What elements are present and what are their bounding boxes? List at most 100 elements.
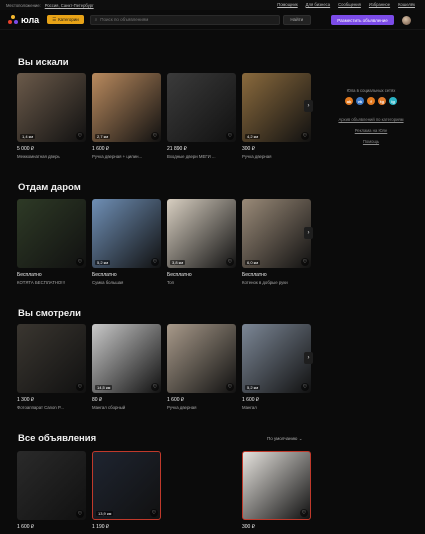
listing-title: Фотоаппарат Canon P... (17, 404, 64, 410)
link-archive[interactable]: Архив объявлений по категориям (333, 117, 409, 122)
listing-price: 1 600 ₽ (167, 397, 185, 403)
sidebar: Юла в социальных сетях ok vk f tg ig Архив о… (333, 88, 409, 144)
listing-image: 14,5 км ♡ (92, 324, 161, 393)
listing-image: 6,0 км ♡ (242, 199, 311, 268)
location-label: Местоположение: (6, 2, 41, 8)
search-box: ⌕ (89, 14, 280, 25)
listing-card[interactable]: ♡ 1 600 ₽ Ручка дверная (167, 324, 236, 410)
listing-price: 1 300 ₽ (17, 397, 35, 403)
top-bar: Местоположение: Россия, Санкт-Петербург … (0, 0, 425, 10)
sort-select[interactable]: По умолчанию ⌄ (267, 436, 302, 442)
listing-card[interactable]: 13,9 км ♡ 1 190 ₽ (92, 451, 161, 530)
favorite-heart-icon[interactable]: ♡ (301, 383, 309, 391)
top-link-business[interactable]: Для бизнеса (306, 2, 330, 7)
search-input[interactable] (100, 17, 275, 22)
logo-text: юла (21, 14, 40, 25)
favorite-heart-icon[interactable]: ♡ (226, 132, 234, 140)
next-arrow-searched[interactable]: › (304, 100, 313, 112)
distance-badge: 5,2 км (95, 260, 111, 265)
row-all: ♡ 1 600 ₽ 13,9 км ♡ 1 190 ₽ ♡ 300 ₽ (17, 451, 311, 530)
search-icon: ⌕ (94, 17, 98, 22)
listing-price: 1 190 ₽ (92, 524, 110, 530)
favorite-heart-icon[interactable]: ♡ (226, 383, 234, 391)
favorite-heart-icon[interactable]: ♡ (301, 132, 309, 140)
listing-card[interactable]: ♡ 1 300 ₽ Фотоаппарат Canon P... (17, 324, 86, 410)
listing-title: Входные двери МЕГИ ... (167, 153, 216, 159)
link-ads[interactable]: Реклама на Юле (333, 128, 409, 133)
listing-card[interactable]: ♡ Бесплатно КОТЯТА БЕСПЛАТНО!!! (17, 199, 86, 285)
header: юла ☰ Категории ⌕ Найти Разместить объяв… (0, 10, 425, 30)
social-vk-icon[interactable]: vk (356, 97, 364, 105)
link-help[interactable]: Помощь (333, 139, 409, 144)
listing-title: Сумка большая (92, 279, 124, 285)
listing-card[interactable]: 6,0 км ♡ Бесплатно Котенок в добрые руки (242, 199, 311, 285)
favorite-heart-icon[interactable]: ♡ (226, 258, 234, 266)
listing-card[interactable]: ♡ 21 890 ₽ Входные двери МЕГИ ... (167, 73, 236, 159)
avatar[interactable] (402, 16, 411, 25)
post-ad-button[interactable]: Разместить объявление (331, 15, 394, 25)
top-links: Помощник Для бизнеса Сообщения Избранное… (277, 2, 415, 7)
listing-title: Ручка дверная (242, 153, 272, 159)
social-ig-icon[interactable]: ig (389, 97, 397, 105)
favorite-heart-icon[interactable]: ♡ (76, 258, 84, 266)
top-link-favorites[interactable]: Избранное (369, 2, 390, 7)
next-arrow-free[interactable]: › (304, 227, 313, 239)
listing-card[interactable]: 2,7 км ♡ 1 600 ₽ Ручка дверная + цилин... (92, 73, 161, 159)
listing-title: Межкомнатная дверь (17, 153, 60, 159)
listing-title: Ручка дверная + цилин... (92, 153, 143, 159)
menu-icon: ☰ (52, 16, 57, 22)
top-link-wallet[interactable]: Кошелёк (398, 2, 415, 7)
listing-card[interactable]: 4,2 км ♡ 300 ₽ Ручка дверная (242, 73, 311, 159)
listing-price: 1 600 ₽ (242, 397, 260, 403)
logo[interactable]: юла (8, 14, 40, 25)
listing-card[interactable]: 14,5 км ♡ 80 ₽ Мангал сборный (92, 324, 161, 410)
social-ok-icon[interactable]: ok (345, 97, 353, 105)
location-link[interactable]: Россия, Санкт-Петербург (45, 3, 94, 8)
listing-price: Бесплатно (167, 272, 192, 278)
favorite-heart-icon[interactable]: ♡ (150, 509, 158, 517)
listing-card[interactable]: ♡ 300 ₽ (242, 451, 311, 530)
top-link-messages[interactable]: Сообщения (338, 2, 361, 7)
next-arrow-viewed[interactable]: › (304, 352, 313, 364)
favorite-heart-icon[interactable]: ♡ (151, 383, 159, 391)
section-title-searched: Вы искали (18, 57, 69, 68)
distance-badge: 3,8 км (170, 260, 186, 265)
listing-price: 1 600 ₽ (92, 146, 110, 152)
favorite-heart-icon[interactable]: ♡ (300, 509, 308, 517)
distance-badge: 4,2 км (245, 134, 261, 139)
favorite-heart-icon[interactable]: ♡ (76, 510, 84, 518)
section-title-free: Отдам даром (18, 182, 81, 193)
distance-badge: 1,4 км (20, 134, 36, 139)
listing-card[interactable]: 3,8 км ♡ Бесплатно Топ (167, 199, 236, 285)
listing-card[interactable]: ♡ 1 600 ₽ (17, 451, 86, 530)
social-icons: ok vk f tg ig (333, 97, 409, 105)
section-title-all: Все объявления (18, 433, 97, 444)
top-link-assistant[interactable]: Помощник (277, 2, 297, 7)
listing-image: 13,9 км ♡ (92, 451, 161, 520)
listing-price: 1 600 ₽ (17, 524, 35, 530)
listing-card[interactable]: 1,4 км ♡ 5 000 ₽ Межкомнатная дверь (17, 73, 86, 159)
listing-image: ♡ (167, 324, 236, 393)
listing-title: КОТЯТА БЕСПЛАТНО!!! (17, 279, 65, 285)
favorite-heart-icon[interactable]: ♡ (301, 258, 309, 266)
listing-price: 300 ₽ (242, 524, 255, 530)
find-button[interactable]: Найти (282, 14, 311, 25)
listing-price: 5 000 ₽ (17, 146, 35, 152)
categories-button[interactable]: ☰ Категории (47, 15, 84, 24)
social-title: Юла в социальных сетях (346, 88, 396, 93)
distance-badge: 14,5 км (95, 385, 113, 390)
listing-card[interactable]: 5,2 км ♡ 1 600 ₽ Мангал (242, 324, 311, 410)
listing-image: ♡ (167, 73, 236, 142)
social-tg-icon[interactable]: tg (378, 97, 386, 105)
favorite-heart-icon[interactable]: ♡ (151, 132, 159, 140)
favorite-heart-icon[interactable]: ♡ (76, 132, 84, 140)
listing-image: 5,2 км ♡ (242, 324, 311, 393)
listing-image: ♡ (242, 451, 311, 520)
row-viewed: ♡ 1 300 ₽ Фотоаппарат Canon P... 14,5 км ♡ 80… (17, 324, 311, 410)
favorite-heart-icon[interactable]: ♡ (151, 258, 159, 266)
social-f-icon[interactable]: f (367, 97, 375, 105)
listing-image: 3,8 км ♡ (167, 199, 236, 268)
listing-card[interactable]: 5,2 км ♡ Бесплатно Сумка большая (92, 199, 161, 285)
listing-image: 5,2 км ♡ (92, 199, 161, 268)
favorite-heart-icon[interactable]: ♡ (76, 383, 84, 391)
